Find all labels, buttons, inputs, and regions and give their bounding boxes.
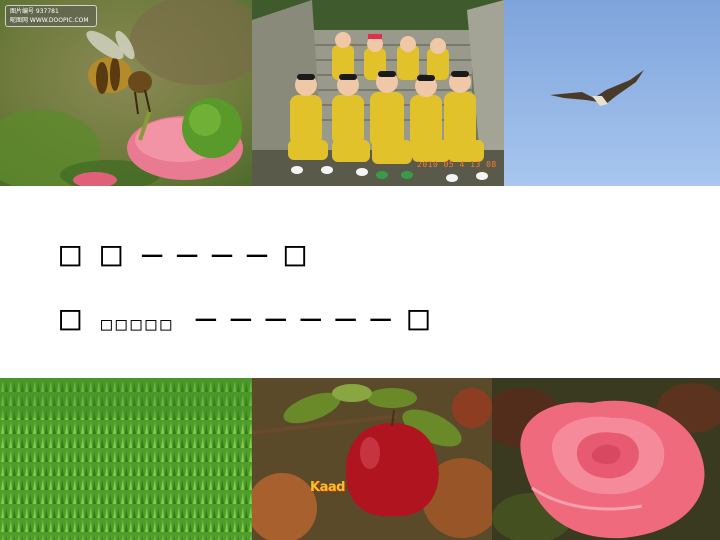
- placeholder-box-end: □: [284, 234, 306, 274]
- kindergarten-children-photo: 2010 05 4 13 08: [252, 0, 504, 186]
- placeholder-boxes-start: □ □: [60, 234, 122, 274]
- title-line-1: □ □ — — — — □: [60, 232, 305, 276]
- flying-eagle-photo: [504, 0, 720, 186]
- placeholder-box-end: □: [408, 298, 429, 338]
- placeholder-box-start: □: [60, 298, 81, 338]
- photo-logo: Kaad: [310, 480, 345, 495]
- pink-rose-photo: [492, 378, 720, 540]
- title-line-2: □ □□□□□ — — — — — — □: [60, 296, 429, 347]
- bee-on-flower-photo: 图片编号 937781 昵图网 WWW.DOOPIC.COM: [0, 0, 252, 186]
- dash-line: — — — — — —: [195, 298, 391, 338]
- placeholder-small-boxes: □□□□□: [100, 314, 176, 335]
- apple-photo: Kaad: [252, 378, 492, 540]
- dash-line: — — — —: [141, 234, 267, 274]
- watermark-line2: 昵图网 WWW.DOOPIC.COM: [10, 17, 89, 24]
- grass-photo: [0, 378, 252, 540]
- watermark-line1: 图片编号 937781: [10, 8, 59, 15]
- photo-timestamp: 2010 05 4 13 08: [417, 160, 497, 169]
- photo-watermark: 图片编号 937781 昵图网 WWW.DOOPIC.COM: [5, 5, 97, 27]
